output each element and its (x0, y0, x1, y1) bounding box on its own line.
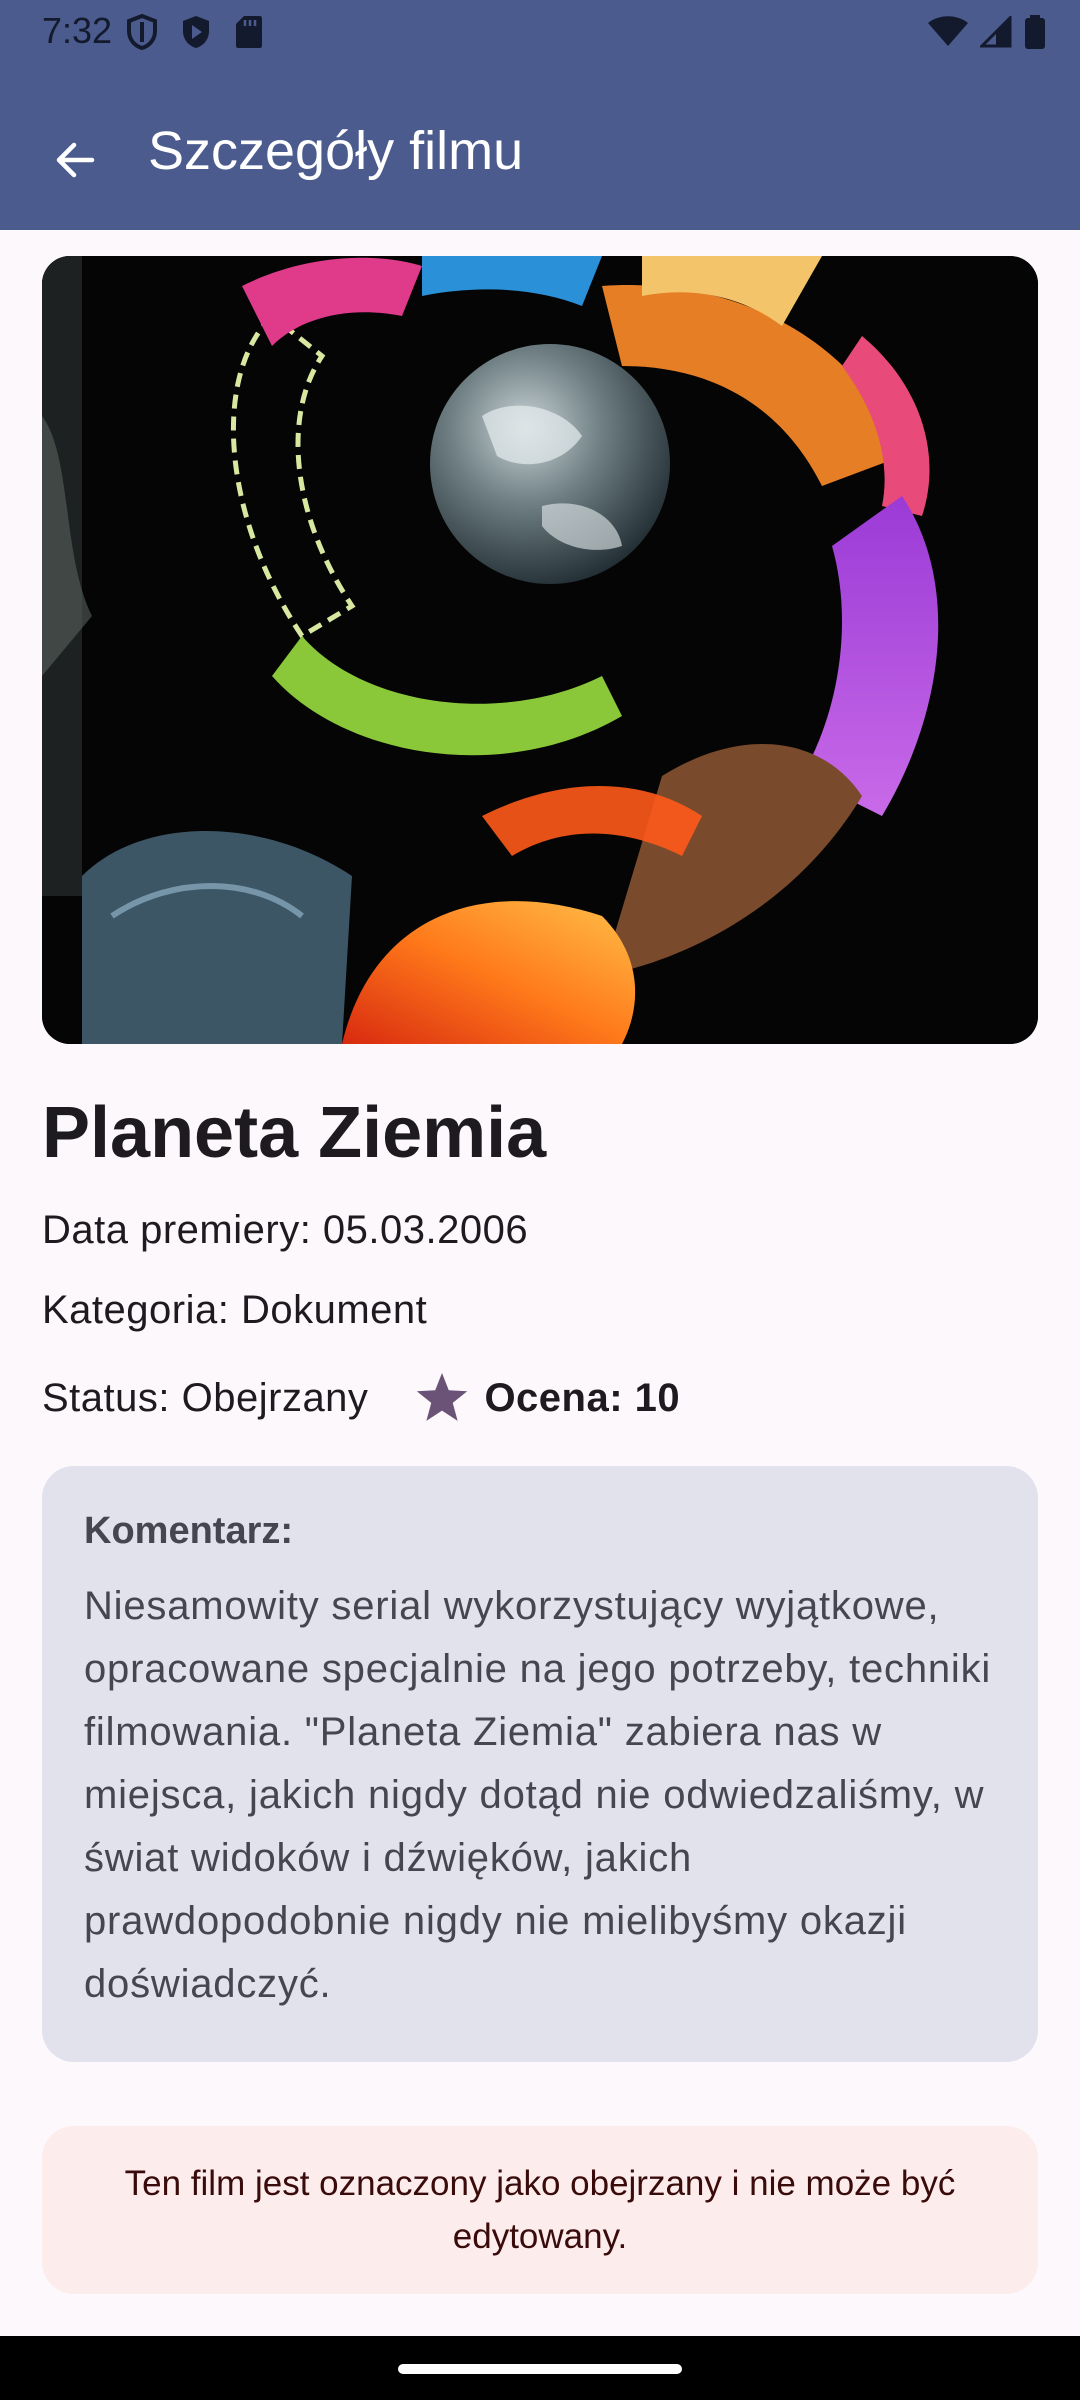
movie-poster-image (42, 256, 1038, 1044)
battery-icon (1025, 15, 1045, 49)
shield-icon (127, 14, 157, 50)
arrow-back-icon (56, 142, 95, 178)
navigation-bar (0, 2336, 1080, 2400)
watch-status: Status: Obejrzany (42, 1375, 369, 1420)
comment-text: Niesamowity serial wykorzystujący wyjątk… (84, 1584, 992, 2006)
app-bar: 7:32 Szczegóły filmu (0, 0, 1080, 230)
wifi-icon (928, 16, 968, 46)
comment-label: Komentarz: (84, 1510, 294, 1552)
watched-notice: Ten film jest oznaczony jako obejrzany i… (42, 2126, 1038, 2294)
toolbar: Szczegóły filmu (0, 90, 1080, 210)
rating: Ocena: 10 (414, 1371, 680, 1425)
poster-artwork (42, 256, 1038, 1044)
star-icon (417, 1373, 468, 1421)
status-left-icons (126, 14, 264, 50)
category: Kategoria: Dokument (42, 1288, 428, 1332)
page-title: Szczegóły filmu (148, 121, 524, 181)
play-protect-icon (183, 16, 209, 48)
movie-title: Planeta Ziemia (42, 1093, 547, 1173)
signal-icon (980, 16, 1012, 48)
home-gesture-handle[interactable] (398, 2364, 682, 2374)
status-bar: 7:32 (0, 0, 1080, 64)
status-time: 7:32 (42, 10, 113, 51)
sd-card-icon (236, 16, 262, 48)
status-right-icons (928, 14, 1046, 50)
back-button[interactable] (26, 112, 122, 208)
rating-value: Ocena: 10 (484, 1375, 681, 1420)
comment-card: Komentarz: Niesamowity serial wykorzystu… (42, 1466, 1038, 2062)
status-row: Status: Obejrzany Ocena: 10 (42, 1368, 680, 1428)
release-date: Data premiery: 05.03.2006 (42, 1208, 529, 1252)
